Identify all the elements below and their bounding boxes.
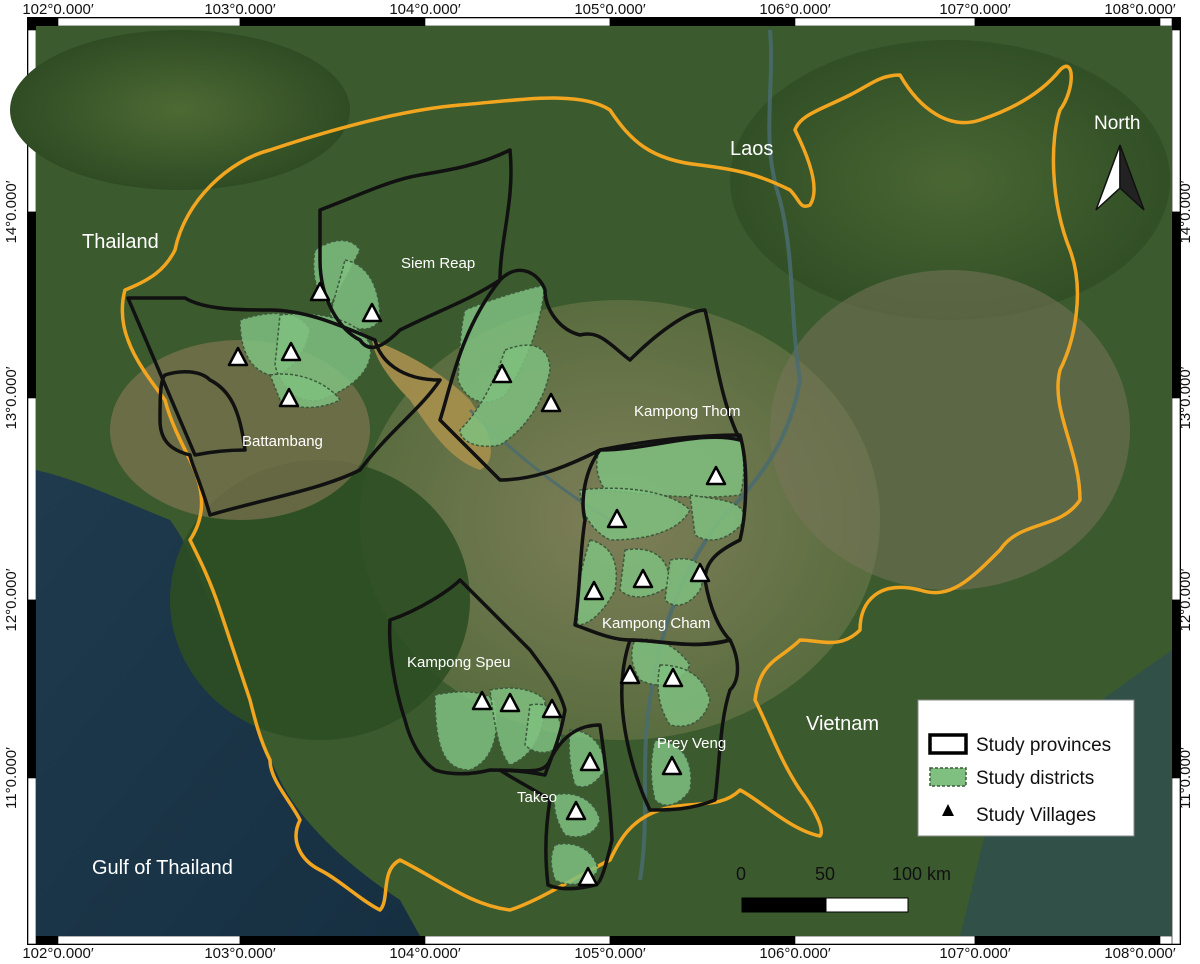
left-latitude-tick-0: 14°0.000′ [3,180,20,243]
right-latitude-tick-2: 12°0.000′ [1177,568,1194,631]
legend-villages-label: Study Villages [976,805,1096,826]
label-takeo: Takeo [517,789,557,806]
label-kampong-cham: Kampong Cham [602,615,710,632]
label-laos: Laos [730,138,773,160]
bottom-longitude-tick-2: 104°0.000′ [389,945,461,962]
legend-province-swatch [928,733,968,755]
label-kampong-thom: Kampong Thom [634,403,740,420]
bottom-longitude-tick-0: 102°0.000′ [22,945,94,962]
top-longitude-tick-3: 105°0.000′ [574,1,646,18]
scale-segment-white [825,897,909,913]
scale-label-50: 50 [815,864,835,884]
right-latitude-tick-0: 14°0.000′ [1177,180,1194,243]
right-latitude-tick-3: 11°0.000′ [1177,747,1194,809]
top-longitude-tick-5: 107°0.000′ [939,1,1011,18]
scale-segment-black [741,897,827,913]
left-latitude-tick-1: 13°0.000′ [3,366,20,429]
legend-districts-label: Study districts [976,768,1094,789]
north-label: North [1094,113,1140,134]
left-latitude-tick-3: 11°0.000′ [3,747,20,809]
label-siem-reap: Siem Reap [401,255,475,272]
legend-provinces-label: Study provinces [976,735,1111,756]
map-frame: Thailand Laos Vietnam Gulf of Thailand S… [3,1,1194,962]
top-longitude-tick-6: 108°0.000′ [1104,1,1176,18]
label-thailand: Thailand [82,231,159,253]
legend: Study provinces Study districts Study Vi… [917,699,1135,837]
label-kampong-speu: Kampong Speu [407,654,510,671]
bottom-longitude-tick-5: 107°0.000′ [939,945,1011,962]
top-longitude-tick-0: 102°0.000′ [22,1,94,18]
label-vietnam: Vietnam [806,713,879,735]
top-longitude-tick-4: 106°0.000′ [759,1,831,18]
top-longitude-tick-1: 103°0.000′ [204,1,276,18]
scale-label-100: 100 km [892,864,951,884]
left-latitude-tick-2: 12°0.000′ [3,568,20,631]
top-longitude-tick-2: 104°0.000′ [389,1,461,18]
bottom-longitude-tick-3: 105°0.000′ [574,945,646,962]
label-gulf-of-thailand: Gulf of Thailand [92,857,233,879]
bottom-longitude-tick-4: 106°0.000′ [759,945,831,962]
label-battambang: Battambang [242,433,323,450]
legend-district-swatch [929,767,967,787]
bottom-longitude-tick-1: 103°0.000′ [204,945,276,962]
scale-label-0: 0 [736,864,746,884]
right-latitude-tick-1: 13°0.000′ [1177,366,1194,429]
northwest-forest [10,30,350,190]
bottom-longitude-tick-6: 108°0.000′ [1104,945,1176,962]
label-prey-veng: Prey Veng [657,735,726,752]
